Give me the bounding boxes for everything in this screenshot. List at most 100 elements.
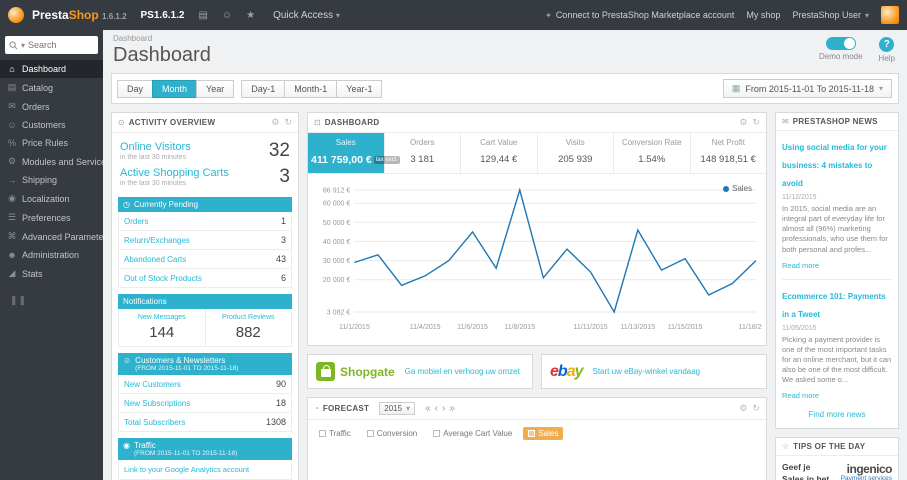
kpi-net-profit[interactable]: Net Profit 148 918,51 € [691, 133, 767, 173]
month-button[interactable]: Month [152, 79, 198, 98]
search-scope-caret-icon[interactable]: ▾ [21, 41, 25, 50]
shopgate-module[interactable]: Shopgate Ga mobiel en verhoog uw omzet [307, 354, 533, 389]
sidebar-item-localization[interactable]: ◉ Localization [0, 189, 103, 208]
activity-panel-header: ⊙ ACTIVITY OVERVIEW ⚙ ↻ [112, 113, 298, 133]
quick-access-menu[interactable]: Quick Access ▾ [273, 10, 340, 21]
kpi-sales[interactable]: Sales 411 759,00 € tax excl. [308, 133, 400, 173]
day-button[interactable]: Day [117, 79, 154, 98]
refresh-icon[interactable]: ↻ [284, 117, 292, 128]
gear-icon[interactable]: ⚙ [271, 117, 279, 128]
sidebar-collapse-icon[interactable]: ❚❚ [0, 283, 103, 318]
sidebar-item-modules[interactable]: ⚙ Modules and Services [0, 152, 103, 171]
shop-name[interactable]: PS1.6.1.2 [141, 10, 185, 21]
google-analytics-link[interactable]: Link to your Google Analytics account [118, 460, 292, 480]
ebay-module[interactable]: ebay Start uw eBay-winkel vandaag [541, 354, 767, 389]
last-page-icon[interactable]: » [449, 403, 455, 414]
read-more-link[interactable]: Read more [782, 391, 819, 400]
row-label[interactable]: Abandoned Carts [124, 255, 186, 264]
product-reviews-cell[interactable]: Product Reviews 882 [204, 309, 292, 346]
sidebar-item-shipping[interactable]: → Shipping [0, 171, 103, 189]
kpi-orders[interactable]: Orders 3 181 [385, 133, 461, 173]
user-menu[interactable]: PrestaShop User ▾ [792, 10, 869, 20]
year-button[interactable]: Year [196, 79, 235, 98]
forecast-year-select[interactable]: 2015 ▾ [379, 402, 416, 415]
activity-body: Online Visitors in the last 30 minutes 3… [112, 133, 298, 480]
refresh-icon[interactable]: ↻ [752, 117, 760, 128]
month-1-button[interactable]: Month-1 [284, 79, 338, 98]
row-label[interactable]: Orders [124, 217, 148, 226]
shopgate-link[interactable]: Ga mobiel en verhoog uw omzet [405, 367, 520, 377]
new-messages-cell[interactable]: New Messages 144 [119, 309, 205, 346]
sidebar-item-catalog[interactable]: ▤ Catalog [0, 78, 103, 97]
person-icon[interactable]: ☺ [222, 10, 232, 21]
gear-icon[interactable]: ⚙ [739, 403, 747, 414]
row-label[interactable]: Return/Exchanges [124, 236, 190, 245]
date-range-button[interactable]: ▦ From 2015-11-01 To 2015-11-18 ▾ [722, 79, 892, 98]
find-more-news-link[interactable]: Find more news [782, 409, 892, 422]
marketplace-link[interactable]: ✦ Connect to PrestaShop Marketplace accou… [545, 10, 734, 20]
tips-panel-title: TIPS OF THE DAY [793, 442, 866, 452]
read-more-link[interactable]: Read more [782, 261, 819, 270]
row-label[interactable]: New Customers [124, 380, 181, 389]
demo-mode-toggle[interactable] [825, 37, 856, 50]
year-1-button[interactable]: Year-1 [336, 79, 383, 98]
news-article-date: 11/12/2015 [782, 194, 817, 201]
kpi-visits[interactable]: Visits 205 939 [538, 133, 614, 173]
sidebar-item-advanced-parameters[interactable]: ⌘ Advanced Parameters [0, 227, 104, 246]
row-label[interactable]: Total Subscribers [124, 418, 185, 427]
my-shop-link[interactable]: My shop [746, 10, 780, 20]
cart-icon[interactable]: ▤ [198, 10, 207, 21]
online-visitors-link[interactable]: Online Visitors [120, 141, 191, 153]
prev-page-icon[interactable]: ‹ [435, 403, 438, 414]
legend-average-cart-value[interactable]: Average Cart Value [428, 427, 517, 440]
legend-conversion[interactable]: Conversion [362, 427, 422, 440]
traffic-title-block: Traffic (FROM 2015-11-01 TO 2015-11-18) [134, 441, 237, 457]
total-subscribers-row[interactable]: Total Subscribers 1308 [118, 413, 292, 432]
sidebar-item-dashboard[interactable]: ⌂ Dashboard [0, 60, 103, 78]
day-1-button[interactable]: Day-1 [241, 79, 286, 98]
out-of-stock-row[interactable]: Out of Stock Products 6 [118, 269, 292, 288]
breadcrumb[interactable]: Dashboard [113, 34, 211, 43]
sidebar-item-label: Dashboard [22, 64, 67, 74]
gear-icon[interactable]: ⚙ [739, 117, 747, 128]
avatar[interactable] [881, 6, 899, 24]
new-subscriptions-row[interactable]: New Subscriptions 18 [118, 394, 292, 413]
row-label[interactable]: New Subscriptions [124, 399, 190, 408]
ebay-letter: e [550, 362, 559, 380]
kpi-label: Conversion Rate [621, 138, 682, 147]
chart-legend[interactable]: Sales [722, 184, 752, 193]
news-article-title[interactable]: Ecommerce 101: Payments in a Tweet [782, 292, 886, 319]
row-label[interactable]: Out of Stock Products [124, 274, 202, 283]
sidebar-item-orders[interactable]: ✉ Orders [0, 97, 103, 116]
active-carts-link[interactable]: Active Shopping Carts [120, 167, 229, 179]
caret-down-icon: ▾ [878, 84, 883, 93]
page-head: Dashboard Dashboard Demo mode ? Help [103, 30, 907, 67]
kpi-conversion-rate[interactable]: Conversion Rate 1.54% [614, 133, 691, 173]
trophy-icon[interactable]: ★ [246, 10, 255, 21]
kpi-value: 411 759,00 € tax excl. [311, 154, 400, 166]
ebay-link[interactable]: Start uw eBay-winkel vandaag [593, 367, 701, 377]
pending-returns-row[interactable]: Return/Exchanges 3 [118, 231, 292, 250]
pending-orders-row[interactable]: Orders 1 [118, 212, 292, 231]
kpi-cart-value[interactable]: Cart Value 129,44 € [461, 133, 538, 173]
news-article-title[interactable]: Using social media for your business: 4 … [782, 143, 887, 188]
filter-bar: Day Month Year Day-1 Month-1 Year-1 ▦ Fr… [111, 73, 899, 104]
svg-text:11/11/2015: 11/11/2015 [573, 324, 607, 331]
sidebar-item-customers[interactable]: ☺ Customers [0, 116, 103, 134]
legend-sales[interactable]: Sales [523, 427, 564, 440]
sidebar-item-administration[interactable]: ☻ Administration [0, 246, 103, 264]
search-input[interactable] [28, 40, 81, 50]
new-customers-row[interactable]: New Customers 90 [118, 375, 292, 394]
abandoned-carts-row[interactable]: Abandoned Carts 43 [118, 250, 292, 269]
help-icon[interactable]: ? [879, 37, 895, 52]
svg-text:11/4/2015: 11/4/2015 [410, 324, 441, 331]
sidebar-item-price-rules[interactable]: % Price Rules [0, 134, 103, 152]
sidebar-item-stats[interactable]: ◢ Stats [0, 264, 103, 283]
version-label: 1.6.1.2 [102, 12, 127, 21]
legend-traffic[interactable]: Traffic [314, 427, 356, 440]
sidebar-search[interactable]: ▾ [5, 36, 98, 54]
sidebar-item-preferences[interactable]: ☰ Preferences [0, 208, 103, 227]
refresh-icon[interactable]: ↻ [752, 403, 760, 414]
first-page-icon[interactable]: « [425, 403, 431, 414]
next-page-icon[interactable]: › [442, 403, 445, 414]
